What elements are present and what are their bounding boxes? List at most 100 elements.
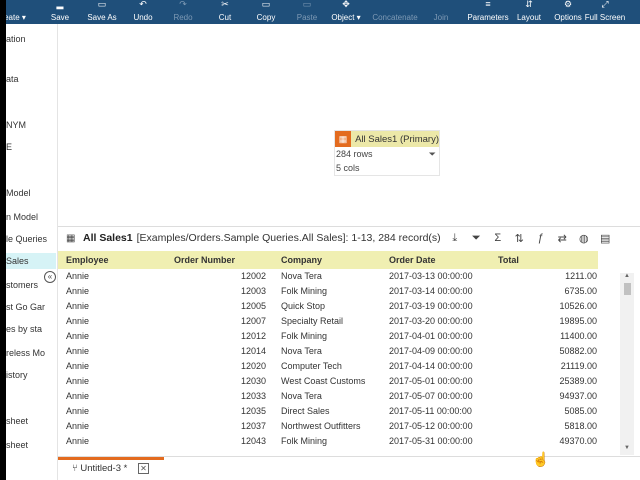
toolbar-undo-button[interactable]: ↶ Undo [128, 0, 158, 24]
column-header-total[interactable]: Total [490, 251, 598, 269]
toolbar-button-label: Full Screen [584, 13, 626, 22]
toolbar-redo-button[interactable]: ↷ Redo [168, 0, 198, 24]
toolbar-button-label: Cut [218, 13, 232, 22]
options-gear-icon: ⚙ [563, 0, 573, 9]
sidebar-item[interactable]: es by sta [6, 321, 56, 337]
columns-icon[interactable]: ▤ [595, 232, 617, 245]
sum-icon[interactable]: Σ [487, 232, 509, 244]
cell-company: Nova Tera [281, 391, 322, 401]
cell-company: Nova Tera [281, 271, 322, 281]
table-row[interactable]: Annie 12003 Folk Mining 2017-03-14 00:00:00… [58, 284, 598, 299]
sidebar-item[interactable]: Model [6, 185, 56, 201]
cell-employee: Annie [66, 346, 90, 356]
toolbar-layout-button[interactable]: ⇵ Layout [512, 0, 546, 24]
table-row[interactable]: Annie 12037 Northwest Outfitters 2017-05-12… [58, 419, 598, 434]
sidebar-item[interactable]: le Queries [6, 231, 56, 247]
toolbar-options-gear-button[interactable]: ⚙ Options [552, 0, 584, 24]
cell-company: Direct Sales [281, 406, 330, 416]
cell-order-date: 2017-05-07 00:00:00 [389, 391, 473, 401]
node-header[interactable]: ▦ All Sales1 (Primary) [335, 131, 439, 147]
column-header-order-date[interactable]: Order Date [382, 251, 490, 269]
table-row[interactable]: Annie 12020 Computer Tech 2017-04-14 00:00:… [58, 359, 598, 374]
cell-order-number: 12002 [240, 271, 266, 281]
scroll-down-icon[interactable]: ▼ [624, 445, 630, 451]
sidebar-item[interactable]: st Go Gar [6, 299, 56, 315]
cell-employee: Annie [66, 361, 90, 371]
panel-block-name: All Sales1 [83, 232, 133, 244]
grid-body: Annie 12002 Nova Tera 2017-03-13 00:00:00 12… [58, 269, 598, 449]
node-title: All Sales1 (Primary) [355, 133, 439, 145]
toolbar-cut-button[interactable]: ✂ Cut [208, 0, 242, 24]
vertical-scrollbar[interactable]: ▲ ▼ [620, 273, 634, 455]
table-row[interactable]: Annie 12012 Folk Mining 2017-04-01 00:00:00… [58, 329, 598, 344]
column-header-company[interactable]: Company [274, 251, 382, 269]
chart-icon[interactable]: ◍ [573, 232, 595, 245]
toolbar-object-button[interactable]: ✥ Object ▾ [326, 0, 366, 24]
toolbar-button-label: Options [554, 13, 582, 22]
sidebar-item[interactable]: E [6, 139, 56, 155]
sidebar-item[interactable]: n Model [6, 209, 56, 225]
cell-company: Specialty Retail [281, 316, 344, 326]
worksheet-tab-bar: ⑂ Untitled-3 * ✕ [58, 456, 640, 480]
cell-employee: Annie [66, 376, 90, 386]
sidebar-item[interactable]: sheet [6, 413, 56, 429]
filter-icon[interactable]: ⏷ [466, 232, 488, 245]
toolbar-copy-button[interactable]: ▭ Copy [248, 0, 284, 24]
scroll-up-icon[interactable]: ▲ [624, 273, 630, 279]
parameters-icon: ≡ [485, 0, 491, 9]
table-row[interactable]: Annie 12043 Folk Mining 2017-05-31 00:00:00… [58, 434, 598, 449]
toolbar-button-label: Layout [516, 13, 542, 22]
cell-employee: Annie [66, 286, 90, 296]
sidebar-item[interactable]: ation [6, 31, 56, 47]
cell-order-date: 2017-04-14 00:00:00 [389, 361, 473, 371]
toolbar-concatenate-button[interactable]: Concatenate [370, 0, 420, 24]
table-row[interactable]: Annie 12014 Nova Tera 2017-04-09 00:00:00 50… [58, 344, 598, 359]
panel-header: ▦ All Sales1 [Examples/Orders.Sample Que… [58, 227, 640, 249]
sidebar-item[interactable]: reless Mo [6, 345, 56, 361]
panel-tools: ⤓ ⏷ Σ ⇅ ƒ ⇄ ◍ ▤ [444, 227, 616, 249]
close-tab-icon[interactable]: ✕ [138, 463, 149, 474]
sidebar-item[interactable]: NYM [6, 117, 56, 133]
sidebar-item[interactable]: istory [6, 367, 56, 383]
cell-company: West Coast Customs [281, 376, 366, 386]
toolbar-full-screen-button[interactable]: ⤢ Full Screen [584, 0, 626, 24]
table-row[interactable]: Annie 12005 Quick Stop 2017-03-19 00:00:00 1… [58, 299, 598, 314]
table-row[interactable]: Annie 12002 Nova Tera 2017-03-13 00:00:00 12… [58, 269, 598, 284]
download-icon[interactable]: ⤓ [444, 232, 466, 245]
toolbar-save-button[interactable]: ▂ Save [42, 0, 78, 24]
toolbar-button-label: Redo [173, 13, 193, 22]
column-header-order-number[interactable]: Order Number [166, 251, 274, 269]
table-row[interactable]: Annie 12035 Direct Sales 2017-05-11 00:00:0… [58, 404, 598, 419]
concatenate-icon [370, 0, 420, 10]
column-header-employee[interactable]: Employee [58, 251, 166, 269]
formula-icon[interactable]: ƒ [530, 232, 552, 244]
table-icon: ▦ [66, 232, 76, 244]
data-block-node[interactable]: ▦ All Sales1 (Primary) 284 rows ⏷ 5 cols [334, 130, 440, 176]
table-row[interactable]: Annie 12007 Specialty Retail 2017-03-20 00:… [58, 314, 598, 329]
sidebar-item[interactable]: sheet [6, 437, 56, 453]
sort-icon[interactable]: ⇅ [509, 232, 531, 245]
toolbar-paste-button[interactable]: ▭ Paste [290, 0, 324, 24]
branch-icon: ⑂ [72, 463, 78, 474]
cell-employee: Annie [66, 271, 90, 281]
toolbar-save-as-button[interactable]: ▭ Save As [82, 0, 122, 24]
table-row[interactable]: Annie 12033 Nova Tera 2017-05-07 00:00:00 94… [58, 389, 598, 404]
tab-untitled-3[interactable]: ⑂ Untitled-3 * [72, 463, 127, 474]
scrollbar-thumb[interactable] [624, 283, 631, 295]
left-sidebar: « ation ata NYM E Model n Model le Queries Sale… [0, 24, 58, 480]
sidebar-item[interactable]: Sales [6, 253, 56, 269]
design-canvas[interactable]: ▦ All Sales1 (Primary) 284 rows ⏷ 5 cols [58, 24, 640, 222]
sidebar-item[interactable]: ata [6, 71, 56, 87]
table-row[interactable]: Annie 12030 West Coast Customs 2017-05-01 0… [58, 374, 598, 389]
cell-total: 94937.00 [559, 391, 597, 401]
sidebar-item[interactable]: stomers [6, 277, 56, 293]
undo-icon: ↶ [139, 0, 147, 9]
cell-company: Folk Mining [281, 331, 328, 341]
paste-icon: ▭ [302, 0, 312, 9]
toolbar-button-label: Concatenate [372, 13, 418, 22]
toolbar-parameters-button[interactable]: ≡ Parameters [464, 0, 512, 24]
swap-icon[interactable]: ⇄ [552, 232, 574, 245]
toolbar-join-button[interactable]: Join [424, 0, 458, 24]
toolbar-button-label: Copy [256, 13, 276, 22]
filter-icon[interactable]: ⏷ [429, 147, 436, 161]
